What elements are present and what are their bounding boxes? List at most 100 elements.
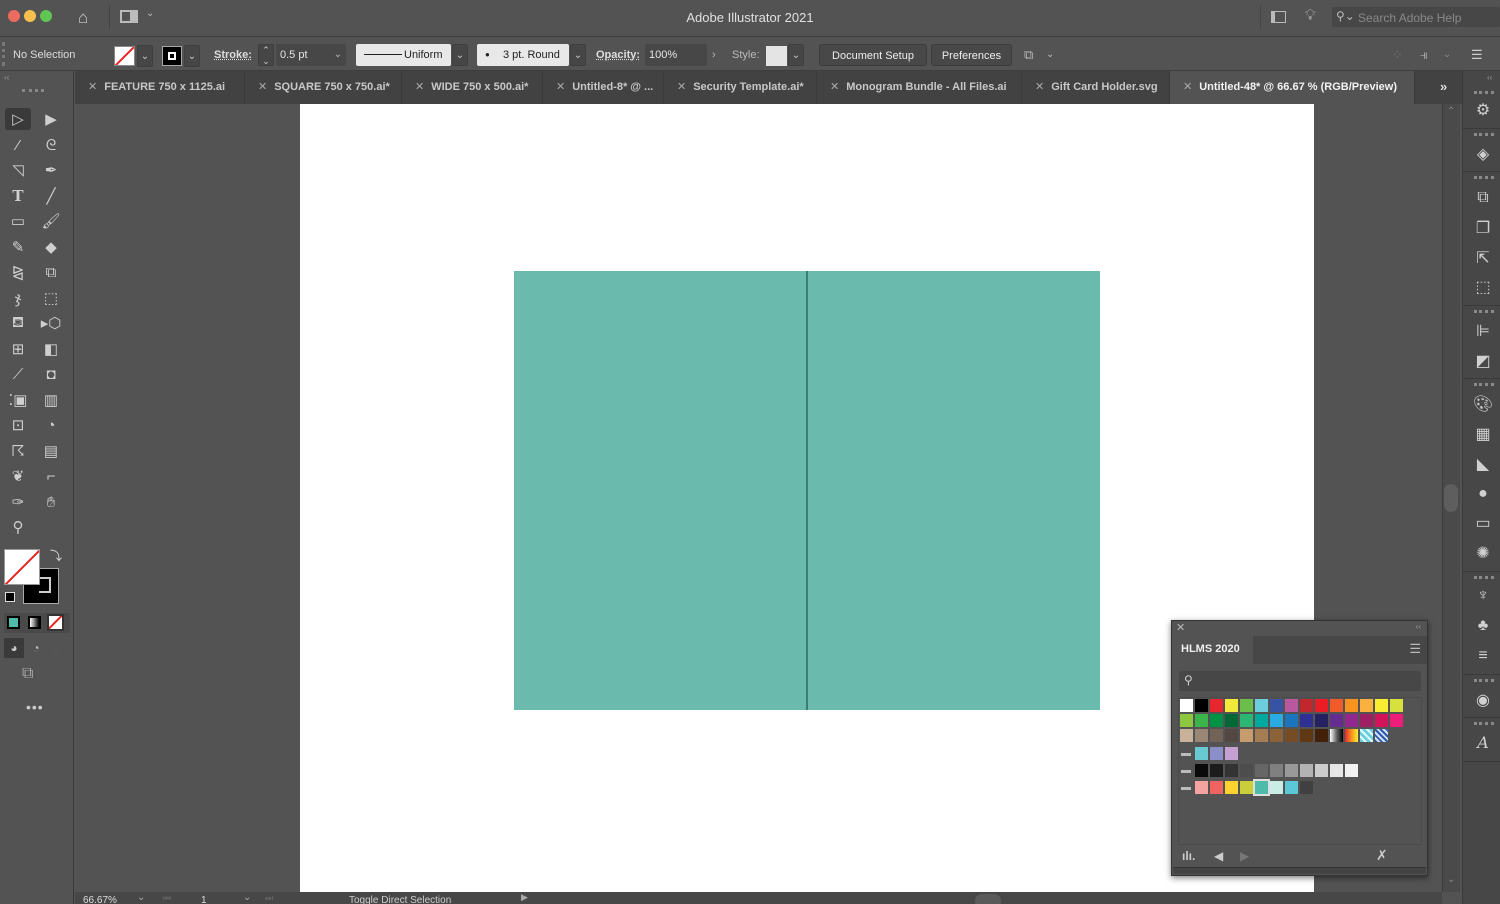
color-swatch[interactable] [1180,729,1193,742]
color-swatch[interactable] [1330,714,1343,727]
fold-line[interactable] [806,271,808,710]
type-tool-icon[interactable]: T [5,185,31,207]
group-color-swatch[interactable] [1285,764,1298,777]
stroke-dropdown[interactable]: ⌄ [184,45,200,67]
chevron-right-icon[interactable]: › [712,44,716,66]
color-swatch[interactable] [1345,729,1358,742]
shaper-tool-icon[interactable]: ☈ [5,440,31,462]
group-color-swatch[interactable] [1195,764,1208,777]
close-tab-icon[interactable]: ✕ [1035,81,1044,93]
color-swatch[interactable] [1225,729,1238,742]
scrollbar-thumb[interactable] [1444,484,1458,512]
control-bar-menu-icon[interactable]: ☰ [1471,44,1483,66]
discover-lightbulb-icon[interactable]: 💡︎ [1305,7,1316,24]
color-swatch[interactable] [1315,699,1328,712]
status-menu-icon[interactable]: ▶ [521,892,528,903]
close-tab-icon[interactable]: ✕ [88,81,97,93]
color-swatch[interactable] [1195,714,1208,727]
horizontal-scrollbar-thumb[interactable] [975,894,1001,904]
shape-builder-panel-icon[interactable]: ◩ [1471,350,1495,372]
measure-ruler-tool-icon[interactable]: ▤ [38,440,64,462]
none-mode-icon[interactable] [47,614,64,631]
slice-tool-icon[interactable]: ◔ [38,414,64,436]
vertical-scrollbar[interactable]: ⌃ ⌄ [1442,104,1460,892]
color-swatch[interactable] [1210,729,1223,742]
variable-width-profile[interactable]: Uniform [356,44,451,66]
gradient-mode-icon[interactable] [28,616,41,629]
close-tab-icon[interactable]: ✕ [1183,81,1192,93]
color-swatch[interactable] [1240,699,1253,712]
change-screen-mode-icon[interactable]: ⧉ [22,665,33,683]
select-similar-icon[interactable]: ⧉ [1024,44,1033,66]
opacity-field[interactable]: 100% [645,44,707,66]
gradient-tool-icon[interactable]: ◧ [38,338,64,360]
knife-tool-icon[interactable]: ✑ [5,491,31,513]
group-color-swatch[interactable] [1210,764,1223,777]
artboards-panel-icon[interactable]: ⧉ [1471,187,1495,209]
more-tabs-icon[interactable]: » [1440,79,1447,94]
line-segment-tool-icon[interactable]: ╱ [38,185,64,207]
group-color-swatch[interactable] [1285,781,1298,794]
perspective-selection-tool-icon[interactable]: ▸⬡ [38,312,64,334]
stroke-weight-stepper[interactable]: ⌃ ⌄ [258,44,274,66]
symbols-panel-icon[interactable]: ♣ [1471,615,1495,637]
scroll-up-icon[interactable]: ⌃ [1447,106,1455,117]
scroll-down-icon[interactable]: ⌄ [1447,874,1455,885]
group-color-swatch[interactable] [1300,781,1313,794]
fill-dropdown[interactable]: ⌄ [137,45,153,67]
document-tab[interactable]: ✕ SQUARE 750 x 750.ai* [245,71,402,104]
reflect-tool-icon[interactable]: ⧎ [5,261,31,283]
fill-swatch[interactable] [114,46,135,66]
document-tab[interactable]: ✕ WIDE 750 x 500.ai* [402,71,543,104]
expand-dock-icon[interactable]: ‹‹ [1487,73,1492,82]
color-swatch[interactable] [1270,699,1283,712]
color-swatch[interactable] [1360,714,1373,727]
color-swatch[interactable] [1375,729,1388,742]
default-fill-stroke-icon[interactable] [5,592,15,602]
warp-tool-icon[interactable]: ჯ [5,287,31,309]
hand-tool-icon[interactable]: ✋︎ [38,491,64,513]
color-swatch[interactable] [1360,699,1373,712]
color-guide-panel-icon[interactable]: ◣ [1471,453,1495,475]
color-swatch[interactable] [1390,699,1403,712]
next-library-icon[interactable]: ▶ [1240,849,1249,863]
pen-tool-icon[interactable]: ✒ [38,159,64,181]
crop-tool-icon[interactable]: ⌐ [38,465,64,487]
graphic-style-swatch[interactable] [766,46,787,66]
transparency-panel-icon[interactable]: ● [1471,483,1495,505]
color-swatch[interactable] [1345,699,1358,712]
close-tab-icon[interactable]: ✕ [556,81,565,93]
draw-normal-icon[interactable]: ◕ [4,638,24,658]
paintbrush-tool-icon[interactable]: 🖌︎ [38,210,64,232]
document-tab[interactable]: ✕ Gift Card Holder.svg [1022,71,1170,104]
group-color-swatch[interactable] [1315,764,1328,777]
swatch-search-field[interactable]: ⚲ [1179,671,1421,691]
blend-tool-icon[interactable]: ◘ [38,363,64,385]
color-swatch[interactable] [1285,699,1298,712]
eraser-tool-icon[interactable]: ◆ [38,236,64,258]
curvature-tool-icon[interactable]: ◹ [5,159,31,181]
previous-library-icon[interactable]: ◀ [1214,849,1223,863]
color-swatch[interactable] [1345,714,1358,727]
gradient-panel-icon[interactable]: ▭ [1471,512,1495,534]
color-swatch[interactable] [1180,699,1193,712]
color-swatch[interactable] [1210,714,1223,727]
artboard-dropdown[interactable]: ⌄ [243,892,251,903]
lock-library-icon[interactable]: ✗ [1376,847,1388,864]
panel-tab-hlms-2020[interactable]: HLMS 2020 [1172,636,1253,664]
direct-selection-tool-icon[interactable]: ▶ [38,108,64,130]
color-swatch[interactable] [1375,714,1388,727]
color-swatch[interactable] [1240,729,1253,742]
grid-arrange-icon[interactable]: ⁘ [1392,44,1403,66]
selection-tool-icon[interactable]: ▷ [5,108,31,130]
color-swatch[interactable] [1285,714,1298,727]
color-swatch[interactable] [1255,699,1268,712]
document-tab-active[interactable]: ✕ Untitled-48* @ 66.67 % (RGB/Preview) [1170,71,1415,104]
close-tab-icon[interactable]: ✕ [258,81,267,93]
align-panel-icon[interactable]: ⊫ [1471,320,1495,342]
first-artboard-icon[interactable]: ⏮ [163,893,171,904]
document-setup-button[interactable]: Document Setup [819,44,927,66]
butterfly-tool-icon[interactable]: ❦ [5,465,31,487]
color-swatch[interactable] [1240,714,1253,727]
group-color-swatch[interactable] [1330,764,1343,777]
